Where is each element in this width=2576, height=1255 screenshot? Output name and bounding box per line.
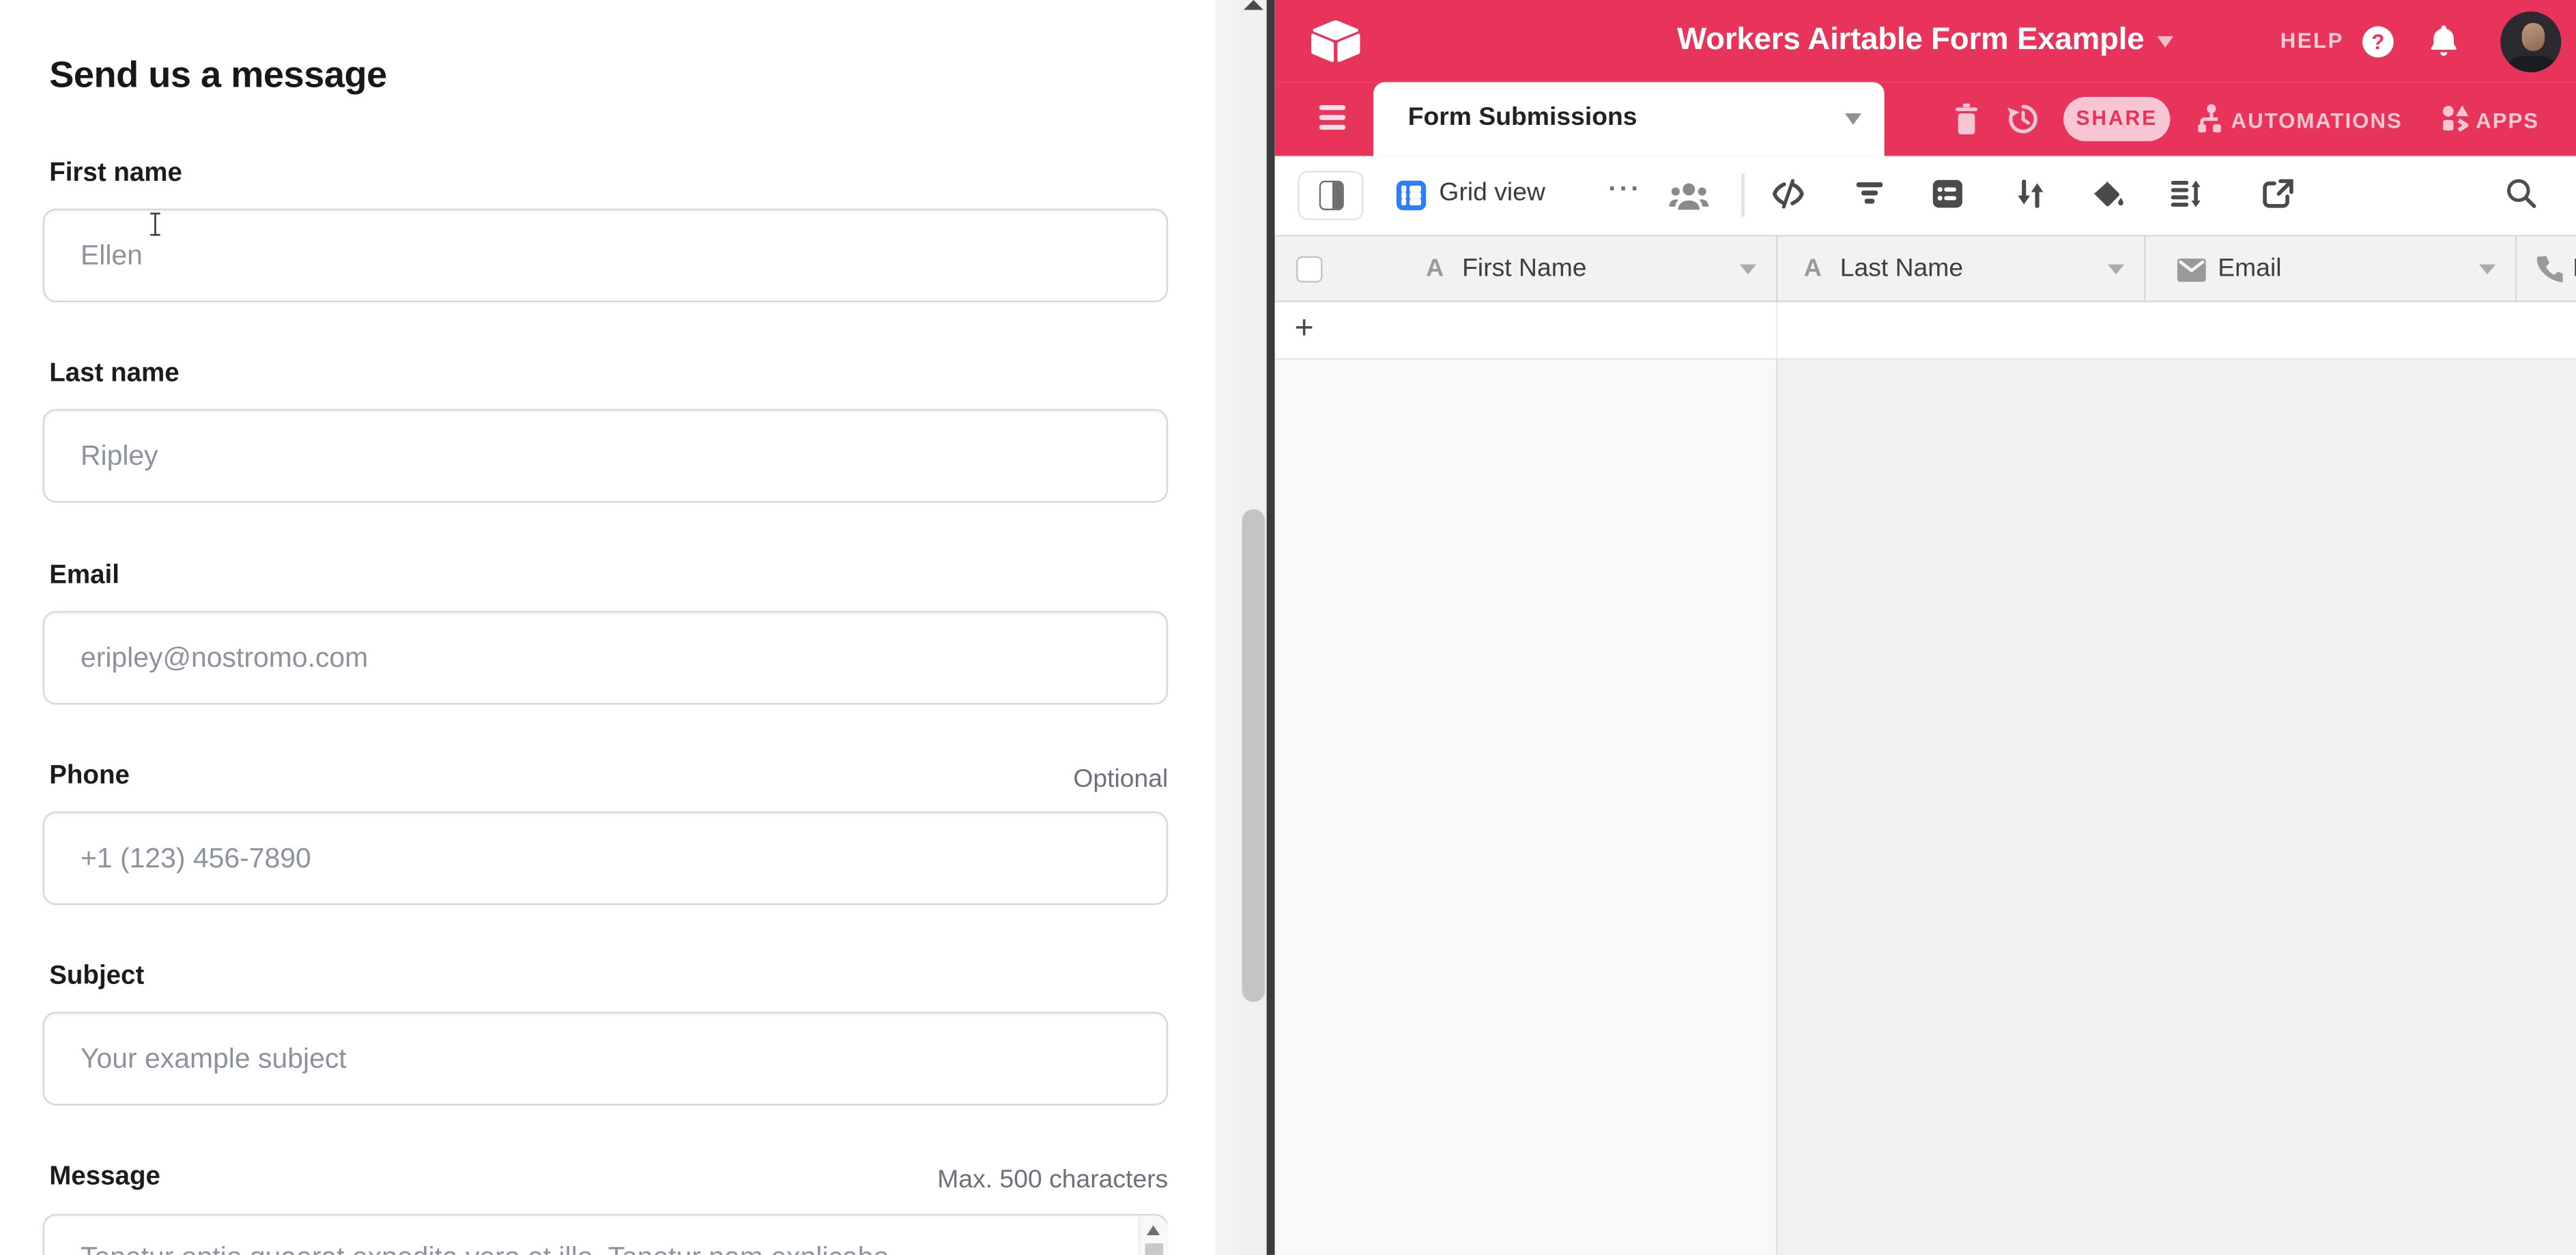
- text-field-icon: A: [1804, 255, 1822, 283]
- menu-icon[interactable]: [1319, 105, 1346, 134]
- message-textarea[interactable]: [43, 1214, 1169, 1255]
- first-name-input[interactable]: [43, 209, 1169, 302]
- group-icon[interactable]: [1932, 179, 1964, 208]
- automations-icon[interactable]: [2195, 104, 2223, 133]
- scrollbar-top-arrow-icon: [1244, 0, 1263, 10]
- table-tabs-bar: Form Submissions SHARE AUTOMATIONS: [1275, 82, 2576, 156]
- last-name-input[interactable]: [43, 409, 1169, 502]
- scroll-up-icon[interactable]: [1147, 1226, 1160, 1235]
- phone-label: Phone: [49, 762, 130, 792]
- column-header-last-name[interactable]: Last Name: [1840, 255, 1963, 284]
- user-avatar[interactable]: [2500, 11, 2561, 72]
- column-header-email[interactable]: Email: [2218, 255, 2281, 284]
- filter-icon[interactable]: [1857, 182, 1883, 207]
- grid-empty-area: [1776, 360, 2576, 1255]
- base-title-caret-icon: [2158, 35, 2174, 47]
- column-header-first-name[interactable]: First Name: [1462, 255, 1586, 284]
- history-icon[interactable]: [2006, 102, 2041, 136]
- add-record-plus-icon[interactable]: +: [1295, 311, 1314, 348]
- share-view-icon[interactable]: [2262, 179, 2293, 208]
- view-options-button[interactable]: ···: [1608, 176, 1642, 205]
- subject-input[interactable]: [43, 1012, 1169, 1106]
- color-icon[interactable]: [2091, 179, 2124, 208]
- column-separator[interactable]: [2143, 237, 2145, 301]
- textarea-scroll-thumb[interactable]: [1144, 1243, 1162, 1255]
- airtable-topbar: Workers Airtable Form Example HELP ?: [1275, 0, 2576, 82]
- grid-view-icon: [1397, 181, 1426, 210]
- column-separator[interactable]: [2515, 237, 2516, 301]
- automations-button[interactable]: AUTOMATIONS: [2231, 109, 2403, 133]
- tab-form-submissions[interactable]: Form Submissions: [1373, 82, 1885, 156]
- toggle-sidebar-button[interactable]: [1298, 171, 1363, 220]
- grid-empty-area-frozen: [1275, 360, 1776, 1255]
- page-scrollbar-track[interactable]: [1239, 0, 1268, 1255]
- sort-icon[interactable]: [2016, 179, 2045, 208]
- view-name[interactable]: Grid view: [1439, 179, 1545, 208]
- column-caret-icon[interactable]: [2479, 265, 2495, 274]
- tab-label: Form Submissions: [1408, 104, 1637, 133]
- collaborators-icon[interactable]: [1669, 179, 1708, 212]
- first-name-label: First name: [49, 159, 182, 188]
- phone-field-icon: [2535, 255, 2563, 283]
- hide-fields-icon[interactable]: [1773, 179, 1804, 208]
- airtable-pane: Workers Airtable Form Example HELP ? For…: [1275, 0, 2576, 1255]
- textarea-scrollbar[interactable]: [1139, 1217, 1168, 1255]
- add-record-row[interactable]: +: [1275, 302, 2576, 360]
- column-caret-icon[interactable]: [1740, 265, 1756, 274]
- base-title-text: Workers Airtable Form Example: [1677, 23, 2144, 59]
- toolbar-divider: [1741, 174, 1744, 217]
- email-input[interactable]: [43, 611, 1169, 704]
- frozen-column-separator: [1775, 360, 1777, 1255]
- message-label: Message: [49, 1163, 160, 1192]
- notifications-bell-icon[interactable]: [2428, 25, 2459, 57]
- subject-label: Subject: [49, 962, 144, 992]
- select-all-checkbox[interactable]: [1296, 256, 1323, 283]
- email-label: Email: [49, 562, 119, 591]
- contact-form-pane: Send us a message First name Last name E…: [0, 0, 1216, 1255]
- sidebar-panel-icon: [1319, 181, 1343, 210]
- screen: Send us a message First name Last name E…: [0, 0, 2576, 1255]
- column-caret-icon[interactable]: [2108, 265, 2124, 274]
- email-field-icon: [2177, 258, 2206, 283]
- help-button[interactable]: HELP: [2280, 28, 2344, 53]
- phone-input[interactable]: [43, 811, 1169, 905]
- window-edge: [1267, 0, 1275, 1255]
- pane-divider: [1216, 0, 1275, 1255]
- trash-icon[interactable]: [1954, 104, 1980, 135]
- frozen-column-separator: [1775, 302, 1777, 358]
- row-height-icon[interactable]: [2171, 179, 2202, 208]
- page-scrollbar-thumb[interactable]: [1242, 509, 1265, 1002]
- view-toolbar: Grid view ···: [1275, 156, 2576, 235]
- apps-button[interactable]: APPS: [2476, 109, 2539, 133]
- text-cursor-icon: [148, 212, 163, 236]
- help-question-icon[interactable]: ?: [2362, 25, 2394, 57]
- last-name-label: Last name: [49, 360, 179, 389]
- form-title: Send us a message: [49, 54, 387, 97]
- phone-optional-hint: Optional: [1073, 766, 1168, 795]
- text-field-icon: A: [1426, 255, 1444, 283]
- column-header-phone[interactable]: Phone: [2573, 255, 2576, 284]
- search-icon[interactable]: [2506, 177, 2537, 209]
- column-separator[interactable]: [1775, 237, 1777, 301]
- apps-icon[interactable]: [2442, 104, 2470, 133]
- tab-caret-icon[interactable]: [1845, 113, 1861, 125]
- message-max-hint: Max. 500 characters: [937, 1166, 1168, 1196]
- share-button[interactable]: SHARE: [2063, 97, 2170, 141]
- grid-header-row: A First Name A Last Name Email Phone: [1275, 235, 2576, 302]
